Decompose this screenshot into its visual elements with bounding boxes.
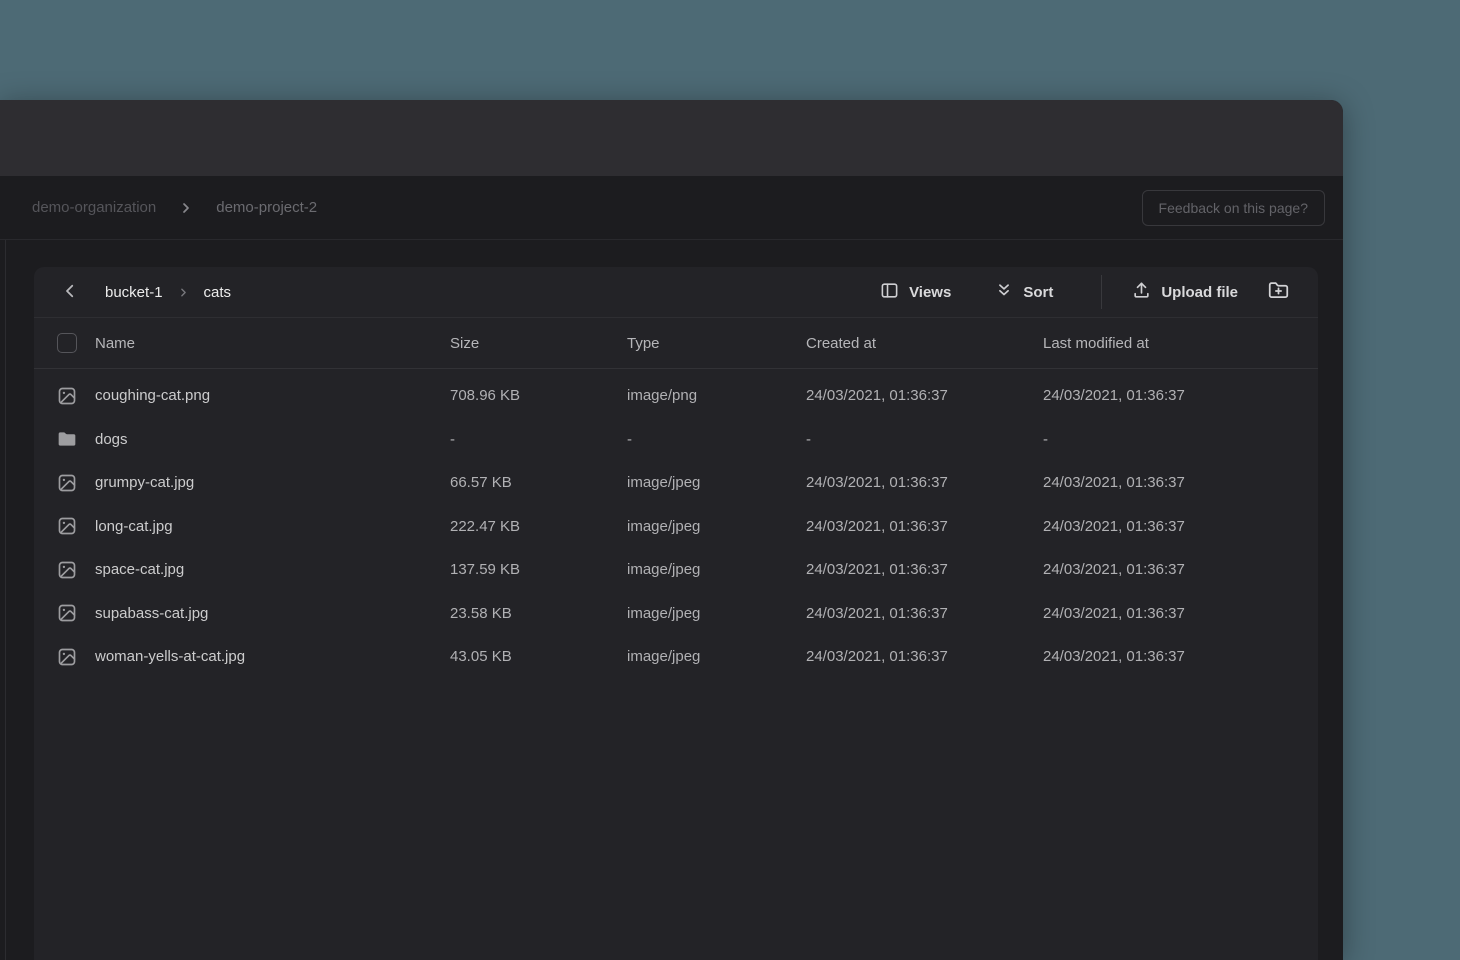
storage-explorer-panel: bucket-1 cats Views — [34, 267, 1318, 960]
image-icon — [57, 603, 77, 623]
app-header: demo-organization demo-project-2 Feedbac… — [0, 176, 1343, 240]
feedback-button[interactable]: Feedback on this page? — [1142, 190, 1325, 226]
file-name: coughing-cat.png — [95, 387, 210, 404]
image-icon — [57, 647, 77, 667]
table-header: Name Size Type Created at Last modified … — [34, 318, 1318, 369]
table-row[interactable]: supabass-cat.jpg 23.58 KB image/jpeg 24/… — [34, 592, 1318, 636]
views-button-label: Views — [909, 284, 951, 301]
breadcrumb-bucket[interactable]: bucket-1 — [105, 284, 163, 301]
file-name: grumpy-cat.jpg — [95, 474, 194, 491]
file-type: - — [627, 431, 806, 448]
table-row[interactable]: long-cat.jpg 222.47 KB image/jpeg 24/03/… — [34, 505, 1318, 549]
file-size: 222.47 KB — [450, 518, 627, 535]
sort-button-label: Sort — [1023, 284, 1053, 301]
file-type: image/jpeg — [627, 605, 806, 622]
file-modified-at: 24/03/2021, 01:36:37 — [1043, 474, 1295, 491]
image-icon — [57, 560, 77, 580]
file-size: 708.96 KB — [450, 387, 627, 404]
select-all-checkbox[interactable] — [57, 333, 77, 353]
file-modified-at: 24/03/2021, 01:36:37 — [1043, 605, 1295, 622]
file-modified-at: 24/03/2021, 01:36:37 — [1043, 561, 1295, 578]
table-row[interactable]: space-cat.jpg 137.59 KB image/jpeg 24/03… — [34, 548, 1318, 592]
file-size: - — [450, 431, 627, 448]
file-modified-at: 24/03/2021, 01:36:37 — [1043, 387, 1295, 404]
file-name: woman-yells-at-cat.jpg — [95, 648, 245, 665]
file-created-at: 24/03/2021, 01:36:37 — [806, 474, 1043, 491]
file-size: 66.57 KB — [450, 474, 627, 491]
file-size: 43.05 KB — [450, 648, 627, 665]
folder-icon — [57, 429, 77, 449]
table-row[interactable]: grumpy-cat.jpg 66.57 KB image/jpeg 24/03… — [34, 461, 1318, 505]
image-icon — [57, 386, 77, 406]
file-type: image/jpeg — [627, 518, 806, 535]
views-button[interactable]: Views — [872, 275, 959, 310]
column-header-name[interactable]: Name — [95, 335, 135, 352]
file-type: image/jpeg — [627, 648, 806, 665]
toolbar-divider — [1101, 275, 1102, 309]
breadcrumb-current-folder: cats — [204, 284, 232, 301]
file-type: image/jpeg — [627, 474, 806, 491]
column-header-size[interactable]: Size — [450, 335, 627, 352]
file-created-at: - — [806, 431, 1043, 448]
column-header-type[interactable]: Type — [627, 335, 806, 352]
file-name: space-cat.jpg — [95, 561, 184, 578]
explorer-breadcrumb: bucket-1 cats — [57, 278, 231, 307]
breadcrumb-organization[interactable]: demo-organization — [32, 199, 156, 216]
image-icon — [57, 473, 77, 493]
folder-plus-icon — [1268, 280, 1289, 304]
file-created-at: 24/03/2021, 01:36:37 — [806, 561, 1043, 578]
file-list: coughing-cat.png 708.96 KB image/png 24/… — [34, 369, 1318, 960]
create-folder-button[interactable] — [1262, 274, 1295, 310]
upload-file-button-label: Upload file — [1161, 284, 1238, 301]
back-button[interactable] — [57, 278, 83, 307]
table-row[interactable]: woman-yells-at-cat.jpg 43.05 KB image/jp… — [34, 635, 1318, 679]
file-type: image/jpeg — [627, 561, 806, 578]
content-area: bucket-1 cats Views — [5, 240, 1343, 960]
file-created-at: 24/03/2021, 01:36:37 — [806, 518, 1043, 535]
breadcrumb: demo-organization demo-project-2 — [32, 199, 317, 216]
columns-view-icon — [880, 281, 899, 304]
column-header-created-at[interactable]: Created at — [806, 335, 1043, 352]
app-window: demo-organization demo-project-2 Feedbac… — [0, 100, 1343, 960]
table-row[interactable]: coughing-cat.png 708.96 KB image/png 24/… — [34, 374, 1318, 418]
file-name: dogs — [95, 431, 128, 448]
explorer-toolbar: bucket-1 cats Views — [34, 267, 1318, 318]
file-size: 23.58 KB — [450, 605, 627, 622]
file-created-at: 24/03/2021, 01:36:37 — [806, 605, 1043, 622]
table-row[interactable]: dogs - - - - — [34, 418, 1318, 462]
column-header-last-modified-at[interactable]: Last modified at — [1043, 335, 1295, 352]
chevron-right-icon — [178, 200, 194, 216]
explorer-actions: Views Sort Upload file — [872, 274, 1295, 310]
chevrons-down-icon — [995, 281, 1013, 303]
sort-button[interactable]: Sort — [987, 275, 1061, 309]
file-name: supabass-cat.jpg — [95, 605, 208, 622]
breadcrumb-project[interactable]: demo-project-2 — [216, 199, 317, 216]
chevron-right-icon — [177, 286, 190, 299]
image-icon — [57, 516, 77, 536]
file-size: 137.59 KB — [450, 561, 627, 578]
upload-file-button[interactable]: Upload file — [1124, 275, 1246, 310]
file-modified-at: - — [1043, 431, 1295, 448]
file-created-at: 24/03/2021, 01:36:37 — [806, 648, 1043, 665]
file-name: long-cat.jpg — [95, 518, 173, 535]
file-modified-at: 24/03/2021, 01:36:37 — [1043, 518, 1295, 535]
file-type: image/png — [627, 387, 806, 404]
upload-icon — [1132, 281, 1151, 304]
window-top-band — [0, 100, 1343, 176]
file-modified-at: 24/03/2021, 01:36:37 — [1043, 648, 1295, 665]
file-created-at: 24/03/2021, 01:36:37 — [806, 387, 1043, 404]
chevron-left-icon — [61, 282, 79, 303]
